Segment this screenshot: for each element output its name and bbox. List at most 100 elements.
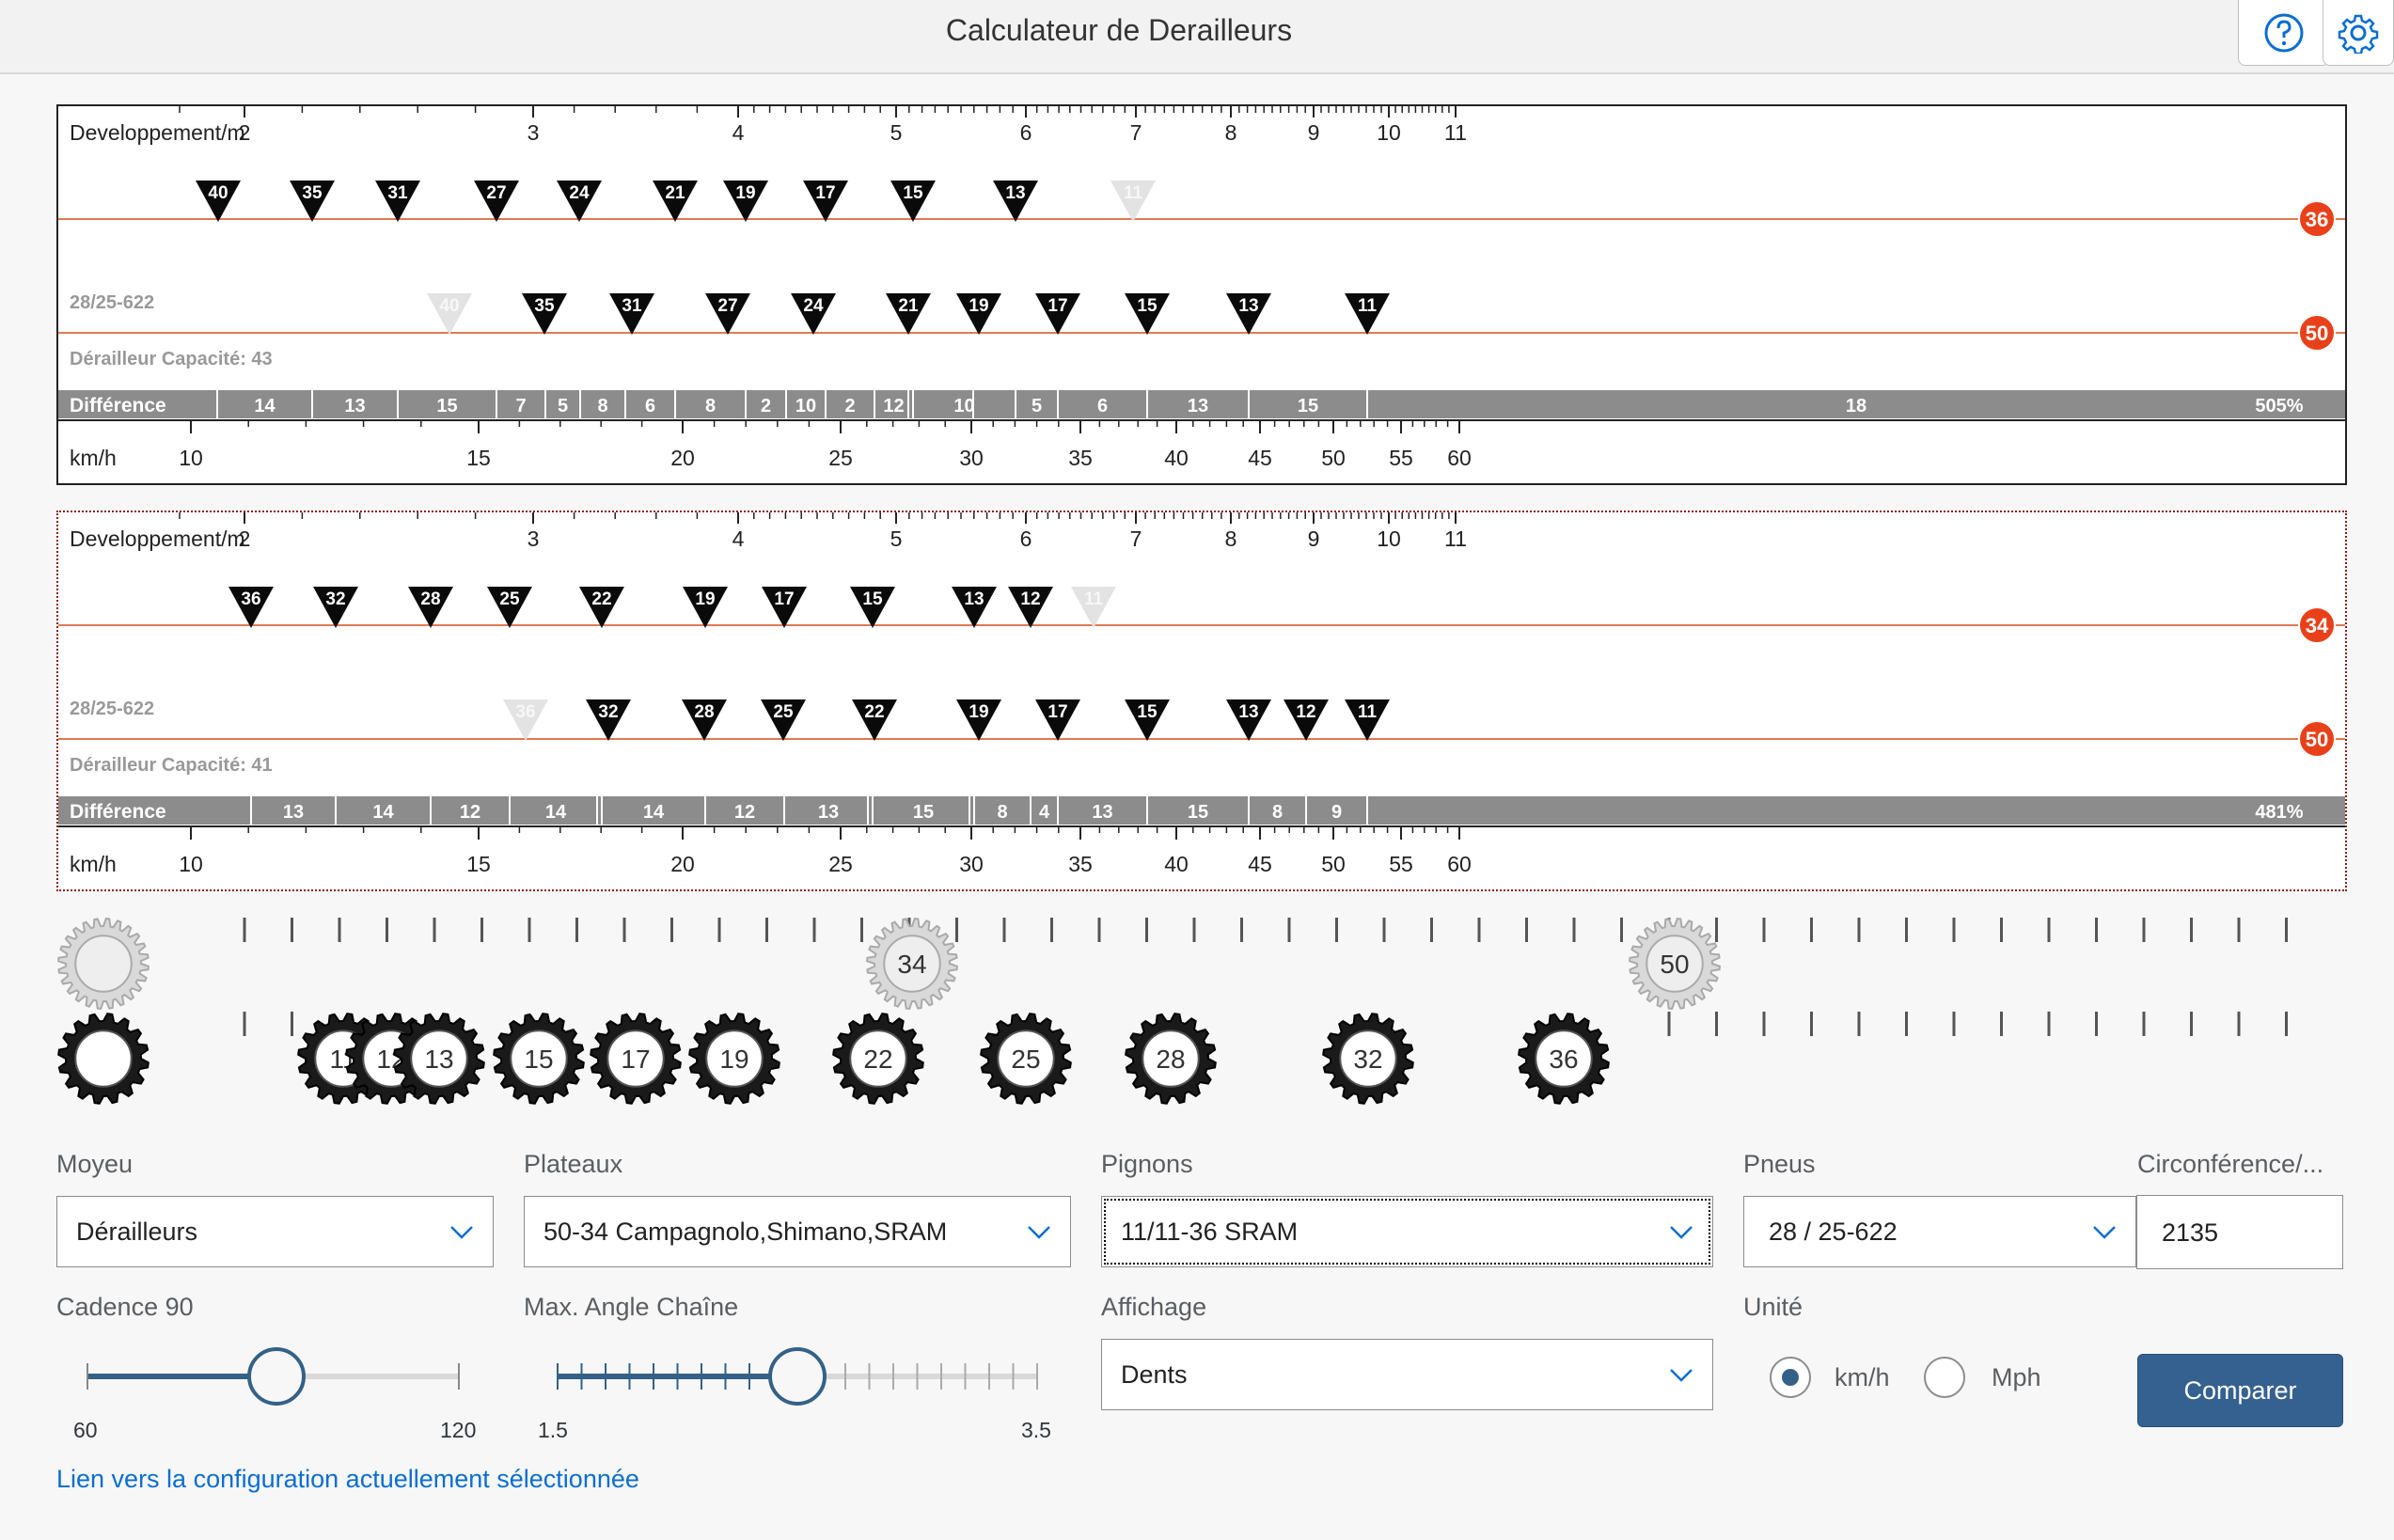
- diff-value: 15: [436, 396, 457, 416]
- moyeu-label: Moyeu: [56, 1150, 134, 1178]
- speed-tick-label: 50: [1321, 446, 1346, 470]
- diff-value: 13: [1092, 802, 1112, 823]
- large-ring-cog-marker-label: 17: [1047, 296, 1067, 316]
- affichage-select[interactable]: Dents: [1101, 1339, 1713, 1410]
- chevron-down-icon: [1670, 1369, 1693, 1382]
- cog-gear: 15: [493, 1013, 585, 1105]
- compare-button[interactable]: Comparer: [2137, 1354, 2343, 1427]
- settings-button[interactable]: [2323, 0, 2394, 66]
- small-ring-cog-marker-label: 31: [387, 183, 408, 203]
- chevron-down-icon: [1670, 1226, 1693, 1239]
- unite-radio-mph[interactable]: [1924, 1357, 1965, 1398]
- diff-value: 13: [1188, 396, 1208, 416]
- diff-value: 5: [1032, 396, 1042, 416]
- cadence-max: 120: [440, 1418, 477, 1442]
- speed-tick-label: 40: [1164, 446, 1189, 470]
- moyeu-value: Dérailleurs: [76, 1218, 198, 1246]
- speed-tick-label: 55: [1389, 446, 1413, 470]
- diff-value: 10: [953, 396, 974, 416]
- large-ring-cog-marker-label: 11: [1358, 296, 1378, 316]
- diff-value: 481%: [2255, 802, 2303, 823]
- diff-value: 14: [643, 802, 665, 823]
- config-link[interactable]: Lien vers la configuration actuellement …: [56, 1465, 639, 1494]
- speed-tick-label: 30: [959, 852, 984, 876]
- dev-tick-label: 8: [1225, 526, 1237, 551]
- pignons-value: 11/11-36 SRAM: [1121, 1218, 1299, 1246]
- large-ring-badge-label: 50: [2306, 728, 2328, 751]
- small-ring-cog-marker-label: 25: [499, 589, 520, 609]
- tire-label: 28/25-622: [70, 292, 154, 313]
- large-ring-cog-marker-label: 15: [1137, 702, 1158, 722]
- large-ring-cog-marker-label: 24: [803, 296, 824, 316]
- angle-max: 3.5: [1021, 1418, 1051, 1442]
- large-ring-cog-marker-label: 11: [1358, 702, 1378, 722]
- large-ring-cog-marker-label: 22: [864, 702, 884, 722]
- dev-tick-label: 6: [1020, 526, 1032, 551]
- angle-min: 1.5: [538, 1418, 568, 1442]
- circonference-value: 2135: [2162, 1218, 2219, 1247]
- large-ring-badge-label: 50: [2306, 322, 2328, 345]
- cog-reference-gear: [57, 1013, 150, 1105]
- small-ring-cog-marker-label: 27: [486, 183, 506, 203]
- small-ring-cog-marker-label: 12: [1020, 589, 1040, 609]
- speed-tick-label: 50: [1321, 852, 1346, 876]
- chainring-gear: 50: [1629, 918, 1721, 1010]
- diff-value: 15: [1188, 802, 1208, 823]
- cog-gear: 19: [688, 1013, 780, 1105]
- cadence-label: Cadence 90: [56, 1293, 194, 1321]
- dev-tick-label: 2: [239, 120, 251, 145]
- small-ring-cog-marker-label: 17: [774, 589, 794, 609]
- gear-chart-1[interactable]: Developpement/m 2 3 4 5 6 7 8 9 10 11 36 50 40 35 31 27 2…: [56, 104, 2347, 485]
- cog-gear-label: 13: [424, 1045, 453, 1074]
- diff-value: 13: [283, 802, 304, 823]
- cog-gear: 32: [1322, 1013, 1414, 1105]
- small-ring-cog-marker-label: 22: [591, 589, 611, 609]
- dev-tick-label: 6: [1020, 120, 1032, 145]
- unite-label: Unité: [1743, 1293, 1803, 1321]
- dev-tick-label: 9: [1308, 120, 1320, 145]
- speed-tick-label: 35: [1068, 446, 1093, 470]
- speed-scale-label: km/h: [70, 446, 117, 470]
- cog-gear: 28: [1125, 1013, 1217, 1105]
- help-button[interactable]: [2238, 0, 2330, 66]
- speed-tick-label: 40: [1164, 852, 1189, 876]
- moyeu-select[interactable]: Dérailleurs: [56, 1196, 494, 1267]
- dev-tick-label: 7: [1130, 526, 1142, 551]
- diff-value: 12: [460, 802, 480, 823]
- small-ring-cog-marker-label: 24: [569, 183, 590, 203]
- dev-tick-label: 7: [1130, 120, 1142, 145]
- pneus-select[interactable]: 28 / 25-622: [1743, 1196, 2136, 1267]
- capacity-label: Dérailleur Capacité: 41: [70, 755, 273, 776]
- dev-tick-label: 9: [1308, 526, 1320, 551]
- cog-gear-label: 17: [621, 1045, 650, 1074]
- diff-value: 9: [1331, 802, 1342, 823]
- angle-slider[interactable]: [545, 1340, 1053, 1415]
- small-ring-cog-marker-label: 15: [862, 589, 883, 609]
- speed-tick-label: 45: [1248, 852, 1272, 876]
- diff-value: 8: [997, 802, 1007, 823]
- pignons-label: Pignons: [1101, 1150, 1193, 1178]
- small-ring-badge-label: 36: [2306, 208, 2328, 231]
- capacity-label: Dérailleur Capacité: 43: [70, 349, 273, 369]
- large-ring-cog-marker-label: 12: [1296, 702, 1315, 722]
- diff-value: 8: [705, 396, 716, 416]
- cadence-min: 60: [73, 1418, 98, 1442]
- dev-tick-label: 4: [732, 120, 745, 145]
- small-ring-cog-marker-label: 36: [241, 589, 260, 609]
- diff-value: 6: [645, 396, 655, 416]
- diff-value: 13: [818, 802, 839, 823]
- gear-chart-2-canvas: Developpement/m2 3 4 5 6 7 8 9 10 11345036 32 28 25 2…: [58, 512, 2345, 876]
- angle-slider-handle: [768, 1347, 827, 1406]
- gear-chart-2[interactable]: Developpement/m 2 3 4 5 6 7 8 9 10 11 34 50 36 32 28 25 2…: [56, 511, 2347, 891]
- dev-tick-label: 10: [1377, 526, 1401, 551]
- unite-radio-kmh[interactable]: [1770, 1357, 1811, 1398]
- chainring-gear-label: 34: [897, 950, 926, 979]
- speed-tick-label: 15: [466, 446, 491, 470]
- large-ring-cog-marker-label: 21: [898, 296, 919, 316]
- large-ring-cog-marker-label: 19: [969, 702, 988, 722]
- large-ring-cog-marker-label: 25: [773, 702, 794, 722]
- plateaux-select[interactable]: 50-34 Campagnolo,Shimano,SRAM: [524, 1196, 1071, 1267]
- cadence-slider[interactable]: [75, 1340, 470, 1415]
- circonference-input[interactable]: 2135: [2136, 1195, 2343, 1269]
- pignons-select[interactable]: 11/11-36 SRAM: [1101, 1196, 1713, 1267]
